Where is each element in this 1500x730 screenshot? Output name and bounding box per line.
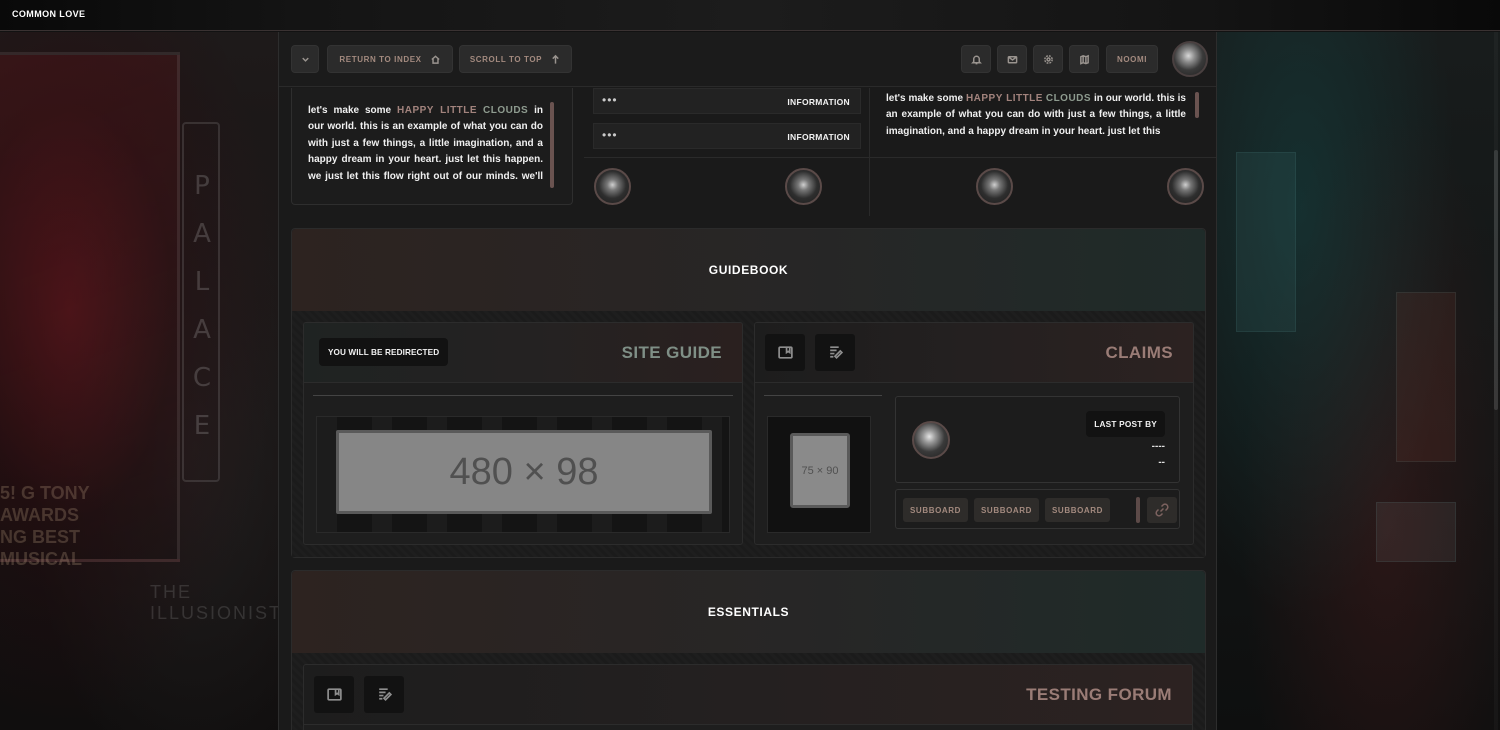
alerts-button[interactable] xyxy=(961,45,991,73)
member-avatar-row xyxy=(584,157,1216,216)
testing-forum-header: TESTING FORUM xyxy=(304,665,1192,725)
edit-note-icon xyxy=(829,346,843,360)
last-post-label: LAST POST BY xyxy=(1086,411,1165,437)
essentials-section: ESSENTIALS TESTING FORUM xyxy=(291,570,1206,730)
information-row[interactable]: ••• INFORMATION xyxy=(593,88,861,114)
subboard-link[interactable]: SUBBOARD xyxy=(974,498,1040,522)
navbar: RETURN TO INDEX SCROLL TO TOP NOOMI xyxy=(279,32,1216,87)
member-avatar[interactable] xyxy=(785,168,822,205)
more-dots-icon: ••• xyxy=(602,128,618,142)
claims-folder-button[interactable] xyxy=(765,334,805,371)
main-column: RETURN TO INDEX SCROLL TO TOP NOOMI let'… xyxy=(278,32,1217,730)
bell-icon xyxy=(970,55,982,64)
gear-icon xyxy=(1043,54,1053,64)
background-building xyxy=(1376,502,1456,562)
forum-link-button[interactable] xyxy=(1147,497,1177,523)
site-guide-card: YOU WILL BE REDIRECTED SITE GUIDE 480 × … xyxy=(303,322,743,545)
menu-toggle-button[interactable] xyxy=(291,45,319,73)
user-avatar[interactable] xyxy=(1172,41,1208,77)
map-icon xyxy=(1079,54,1089,65)
site-guide-title[interactable]: SITE GUIDE xyxy=(622,343,722,363)
member-avatar[interactable] xyxy=(976,168,1013,205)
subboard-scrollbar[interactable] xyxy=(1136,497,1140,523)
guidebook-header[interactable]: GUIDEBOOK xyxy=(292,229,1205,311)
site-guide-banner-image[interactable]: 480 × 98 xyxy=(316,416,730,533)
subboard-link[interactable]: SUBBOARD xyxy=(1045,498,1111,522)
last-post-avatar[interactable] xyxy=(912,421,950,459)
banner-placeholder: 480 × 98 xyxy=(336,430,712,514)
claims-header: CLAIMS xyxy=(755,323,1193,383)
redirect-notice: YOU WILL BE REDIRECTED xyxy=(319,338,449,366)
last-post-author[interactable]: -- xyxy=(1158,457,1165,468)
last-post-panel: LAST POST BY ---- -- xyxy=(895,396,1180,483)
top-bar: COMMON LOVE xyxy=(0,0,1500,31)
map-button[interactable] xyxy=(1069,45,1099,73)
last-post-topic[interactable]: ---- xyxy=(1152,441,1165,452)
claims-edit-button[interactable] xyxy=(815,334,855,371)
background-right-photo xyxy=(1216,32,1500,730)
member-avatar[interactable] xyxy=(594,168,631,205)
chevron-down-icon xyxy=(301,57,309,62)
text-widget-left: let's make some HAPPY LITTLE CLOUDS in o… xyxy=(291,88,573,205)
subboard-row: SUBBOARD SUBBOARD SUBBOARD xyxy=(895,489,1180,529)
background-poster-text: 5! G TONY AWARDS NG BEST MUSICAL xyxy=(0,483,90,569)
forum-folder-button[interactable] xyxy=(314,676,354,713)
mail-icon xyxy=(1007,55,1017,63)
link-icon xyxy=(1155,503,1169,517)
edit-note-icon xyxy=(378,688,392,702)
divider xyxy=(764,395,882,396)
claims-title[interactable]: CLAIMS xyxy=(1105,343,1173,363)
claims-thumbnail[interactable]: 75 × 90 xyxy=(767,416,871,533)
scroll-text-right-scrollbar[interactable] xyxy=(1195,92,1199,118)
page-scrollbar-thumb[interactable] xyxy=(1494,150,1498,410)
information-row[interactable]: ••• INFORMATION xyxy=(593,123,861,149)
settings-button[interactable] xyxy=(1033,45,1063,73)
divider xyxy=(313,395,733,396)
site-title[interactable]: COMMON LOVE xyxy=(12,9,85,19)
home-icon xyxy=(430,54,440,64)
background-left-photo: P A L A C E 5! G TONY AWARDS NG BEST MUS… xyxy=(0,32,278,730)
user-menu-button[interactable]: NOOMI xyxy=(1106,45,1158,73)
essentials-body: TESTING FORUM xyxy=(292,653,1205,730)
background-illusionists-sign: THE ILLUSIONISTS xyxy=(150,582,278,623)
return-to-index-button[interactable]: RETURN TO INDEX xyxy=(327,45,453,73)
folder-icon xyxy=(326,688,342,701)
arrow-up-icon xyxy=(552,54,559,64)
folder-icon xyxy=(777,346,793,359)
background-palace-letters: P A L A C E xyxy=(192,171,212,441)
more-dots-icon: ••• xyxy=(602,93,618,107)
scroll-to-top-button[interactable]: SCROLL TO TOP xyxy=(459,45,572,73)
testing-forum-card: TESTING FORUM xyxy=(303,664,1193,730)
testing-forum-title[interactable]: TESTING FORUM xyxy=(1026,685,1172,705)
guidebook-body: YOU WILL BE REDIRECTED SITE GUIDE 480 × … xyxy=(292,311,1205,557)
essentials-header[interactable]: ESSENTIALS xyxy=(292,571,1205,653)
site-guide-header: YOU WILL BE REDIRECTED SITE GUIDE xyxy=(304,323,742,383)
subboard-link[interactable]: SUBBOARD xyxy=(903,498,969,522)
guidebook-section: GUIDEBOOK YOU WILL BE REDIRECTED SITE GU… xyxy=(291,228,1206,558)
background-building xyxy=(1236,152,1296,332)
scroll-text-right[interactable]: let's make some HAPPY LITTLE CLOUDS in o… xyxy=(886,91,1186,141)
claims-card: CLAIMS 75 × 90 LAST POST BY ---- -- SUBB… xyxy=(754,322,1194,545)
background-building xyxy=(1396,292,1456,462)
messages-button[interactable] xyxy=(997,45,1027,73)
scroll-text-left-scrollbar[interactable] xyxy=(550,102,554,188)
forum-edit-button[interactable] xyxy=(364,676,404,713)
member-avatar[interactable] xyxy=(1167,168,1204,205)
scroll-text-left[interactable]: let's make some HAPPY LITTLE CLOUDS in o… xyxy=(308,103,543,185)
thumbnail-placeholder: 75 × 90 xyxy=(790,433,850,508)
